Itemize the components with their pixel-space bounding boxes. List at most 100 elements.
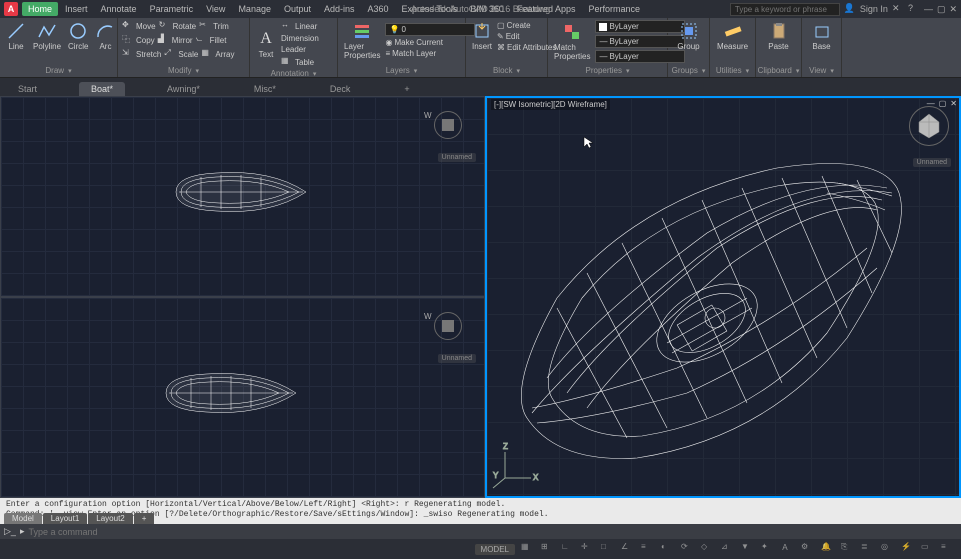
- panel-view[interactable]: View: [806, 65, 837, 75]
- tab-addins[interactable]: Add-ins: [318, 2, 361, 16]
- panel-draw[interactable]: Draw: [4, 65, 113, 75]
- tab-manage[interactable]: Manage: [232, 2, 277, 16]
- tab-misc[interactable]: Misc*: [242, 82, 288, 96]
- filter-icon[interactable]: ▼: [741, 542, 755, 556]
- signin-label[interactable]: Sign In: [860, 4, 888, 14]
- quickprop-icon[interactable]: ≣: [861, 542, 875, 556]
- polar-icon[interactable]: ✛: [581, 542, 595, 556]
- circle-tool[interactable]: Circle: [66, 20, 90, 52]
- lineweight-icon[interactable]: ≡: [641, 542, 655, 556]
- panel-annotation[interactable]: Annotation: [254, 68, 333, 78]
- panel-block[interactable]: Block: [470, 65, 543, 75]
- array-tool[interactable]: ▦Array: [201, 48, 234, 60]
- paste-button[interactable]: Paste: [760, 20, 797, 52]
- tab-start[interactable]: Start: [6, 82, 49, 96]
- tab-new[interactable]: +: [392, 82, 421, 96]
- ortho-icon[interactable]: ∟: [561, 542, 575, 556]
- tab-awning[interactable]: Awning*: [155, 82, 212, 96]
- measure-button[interactable]: Measure: [714, 20, 751, 52]
- stretch-tool[interactable]: ⇲Stretch: [122, 48, 161, 60]
- group-button[interactable]: Group: [672, 20, 705, 52]
- fillet-tool[interactable]: ⦦Fillet: [196, 34, 227, 46]
- arc-tool[interactable]: Arc: [93, 20, 117, 52]
- units-icon[interactable]: ⎘: [841, 542, 855, 556]
- panel-modify[interactable]: Modify: [122, 65, 245, 75]
- insert-button[interactable]: Insert: [470, 20, 494, 52]
- viewport-bottom-left[interactable]: W Unnamed: [0, 297, 485, 498]
- annomon-icon[interactable]: 🔔: [821, 542, 835, 556]
- polyline-tool[interactable]: Polyline: [31, 20, 63, 52]
- workspace-icon[interactable]: ⚙: [801, 542, 815, 556]
- window-min-icon[interactable]: —: [924, 4, 933, 14]
- annoscale-icon[interactable]: Ａ: [781, 542, 795, 556]
- osnap-icon[interactable]: □: [601, 542, 615, 556]
- panel-properties[interactable]: Properties: [552, 65, 663, 75]
- cleanscreen-icon[interactable]: ▭: [921, 542, 935, 556]
- tab-boat[interactable]: Boat*: [79, 82, 125, 96]
- match-props-button[interactable]: Match Properties: [552, 21, 592, 62]
- signin-icon[interactable]: 👤: [844, 3, 856, 15]
- window-close-icon[interactable]: ✕: [949, 4, 957, 15]
- move-tool[interactable]: ✥Move: [122, 20, 156, 32]
- cycling-icon[interactable]: ⟳: [681, 542, 695, 556]
- layer-selector[interactable]: 💡 0: [385, 23, 475, 36]
- viewcube-tl[interactable]: W: [430, 111, 466, 139]
- tab-layout2[interactable]: Layout2: [88, 513, 132, 524]
- gizmo-icon[interactable]: ✦: [761, 542, 775, 556]
- line-tool[interactable]: Line: [4, 20, 28, 52]
- transparency-icon[interactable]: ◐: [661, 542, 675, 556]
- status-mode[interactable]: MODEL: [475, 544, 515, 555]
- rotate-tool[interactable]: ↻Rotate: [159, 20, 197, 32]
- viewport-top-left[interactable]: W Unnamed: [0, 96, 485, 297]
- leader-tool[interactable]: Leader: [281, 45, 319, 54]
- tab-insert[interactable]: Insert: [59, 2, 94, 16]
- table-tool[interactable]: ▦Table: [281, 56, 319, 68]
- otrack-icon[interactable]: ∠: [621, 542, 635, 556]
- mirror-tool[interactable]: ▟Mirror: [158, 34, 193, 46]
- tab-layout1[interactable]: Layout1: [43, 513, 87, 524]
- view-base-button[interactable]: Base: [806, 20, 837, 52]
- scale-tool[interactable]: ⤢Scale: [164, 48, 198, 60]
- panel-utilities[interactable]: Utilities: [714, 65, 751, 75]
- tab-model[interactable]: Model: [4, 513, 42, 524]
- hardware-icon[interactable]: ⚡: [901, 542, 915, 556]
- viewcube-bl[interactable]: W: [430, 312, 466, 340]
- exchange-icon[interactable]: ✕: [892, 3, 904, 15]
- grid-icon[interactable]: ▦: [521, 542, 535, 556]
- viewport-right[interactable]: [-][SW Isometric][2D Wireframe] —▢✕ Unna…: [485, 96, 961, 498]
- vp-close-icon[interactable]: ✕: [950, 99, 957, 108]
- isolate-icon[interactable]: ◎: [881, 542, 895, 556]
- help-icon[interactable]: ?: [908, 3, 920, 15]
- tab-performance[interactable]: Performance: [582, 2, 646, 16]
- tab-layout-add[interactable]: +: [134, 513, 155, 524]
- viewport-label[interactable]: [-][SW Isometric][2D Wireframe]: [491, 99, 610, 110]
- tab-a360[interactable]: A360: [362, 2, 395, 16]
- tab-annotate[interactable]: Annotate: [95, 2, 143, 16]
- panel-groups[interactable]: Groups: [672, 65, 705, 75]
- dimension-tool[interactable]: Dimension: [281, 34, 319, 43]
- panel-layers[interactable]: Layers: [342, 65, 461, 75]
- command-line[interactable]: ▷_ ▸: [0, 524, 961, 539]
- customize-icon[interactable]: ≡: [941, 542, 955, 556]
- search-input[interactable]: [730, 3, 840, 16]
- text-tool[interactable]: AText: [254, 28, 278, 60]
- window-max-icon[interactable]: ▢: [937, 4, 946, 15]
- layer-properties-button[interactable]: Layer Properties: [342, 20, 382, 61]
- snap-icon[interactable]: ⊞: [541, 542, 555, 556]
- app-icon[interactable]: A: [4, 2, 18, 16]
- nav-tag-bl[interactable]: Unnamed: [438, 354, 476, 363]
- copy-tool[interactable]: ⿻Copy: [122, 34, 155, 46]
- tab-home[interactable]: Home: [22, 2, 58, 16]
- dynucs-icon[interactable]: ⊿: [721, 542, 735, 556]
- tab-view[interactable]: View: [200, 2, 231, 16]
- make-current-tool[interactable]: ◉ Make Current: [385, 38, 475, 47]
- tab-output[interactable]: Output: [278, 2, 317, 16]
- trim-tool[interactable]: ✂Trim: [199, 20, 229, 32]
- command-input[interactable]: [28, 527, 957, 537]
- match-layer-tool[interactable]: ≡ Match Layer: [385, 49, 475, 58]
- tab-deck[interactable]: Deck: [318, 82, 363, 96]
- 3dosnap-icon[interactable]: ◇: [701, 542, 715, 556]
- tab-parametric[interactable]: Parametric: [144, 2, 200, 16]
- panel-clipboard[interactable]: Clipboard: [760, 65, 797, 75]
- linear-dim-tool[interactable]: ↔Linear: [281, 20, 319, 32]
